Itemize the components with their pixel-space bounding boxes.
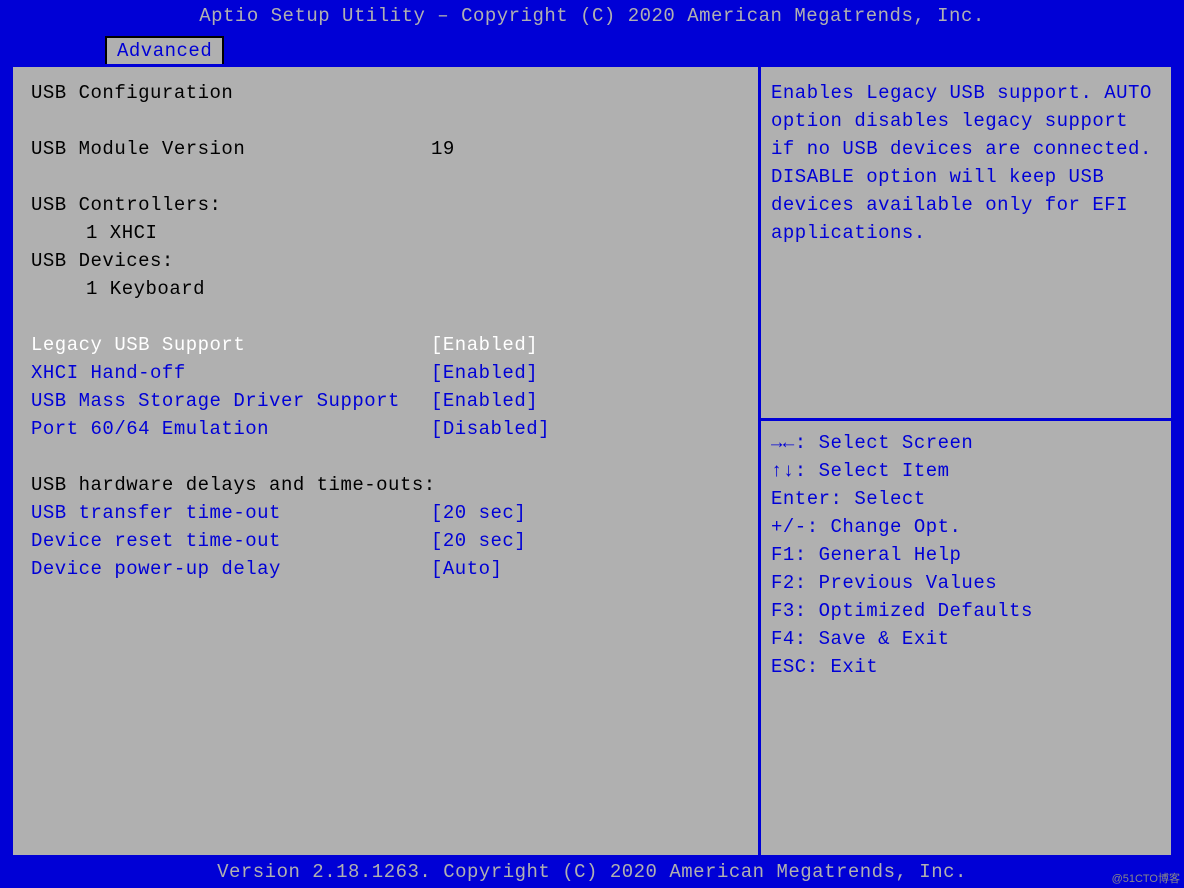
option-value: [Enabled]: [431, 331, 538, 359]
keyhelp-select-screen: →←: Select Screen: [771, 429, 1161, 457]
usb-module-version-label: USB Module Version: [31, 135, 431, 163]
option-value: [Enabled]: [431, 359, 538, 387]
option-label: Legacy USB Support: [31, 331, 431, 359]
keyhelp-select-item: ↑↓: Select Item: [771, 457, 1161, 485]
help-description: Enables Legacy USB support. AUTO option …: [771, 79, 1161, 414]
option-device-reset-timeout[interactable]: Device reset time-out [20 sec]: [31, 527, 748, 555]
help-panel: Enables Legacy USB support. AUTO option …: [758, 67, 1171, 855]
keyhelp-change-opt: +/-: Change Opt.: [771, 513, 1161, 541]
help-divider: [761, 418, 1171, 421]
keyhelp-f1: F1: General Help: [771, 541, 1161, 569]
tab-bar: Advanced: [0, 36, 1184, 64]
option-value: [Enabled]: [431, 387, 538, 415]
option-value: [Disabled]: [431, 415, 550, 443]
main-frame: USB Configuration USB Module Version 19 …: [10, 64, 1174, 858]
option-port-6064-emulation[interactable]: Port 60/64 Emulation [Disabled]: [31, 415, 748, 443]
option-usb-transfer-timeout[interactable]: USB transfer time-out [20 sec]: [31, 499, 748, 527]
keyhelp-enter: Enter: Select: [771, 485, 1161, 513]
delays-section-title: USB hardware delays and time-outs:: [31, 471, 431, 499]
settings-panel: USB Configuration USB Module Version 19 …: [13, 67, 758, 855]
usb-controllers-value: 1 XHCI: [31, 219, 486, 247]
option-label: Device power-up delay: [31, 555, 431, 583]
option-label: XHCI Hand-off: [31, 359, 431, 387]
header-title: Aptio Setup Utility – Copyright (C) 2020…: [0, 0, 1184, 36]
section-title: USB Configuration: [31, 79, 431, 107]
option-label: USB Mass Storage Driver Support: [31, 387, 431, 415]
option-label: Device reset time-out: [31, 527, 431, 555]
keyhelp-f3: F3: Optimized Defaults: [771, 597, 1161, 625]
option-value: [Auto]: [431, 555, 502, 583]
watermark: @51CTO博客: [1112, 870, 1180, 886]
option-label: Port 60/64 Emulation: [31, 415, 431, 443]
keyhelp-esc: ESC: Exit: [771, 653, 1161, 681]
option-xhci-handoff[interactable]: XHCI Hand-off [Enabled]: [31, 359, 748, 387]
keyhelp-f2: F2: Previous Values: [771, 569, 1161, 597]
footer-version: Version 2.18.1263. Copyright (C) 2020 Am…: [0, 858, 1184, 888]
option-label: USB transfer time-out: [31, 499, 431, 527]
option-value: [20 sec]: [431, 527, 526, 555]
bios-screen: Aptio Setup Utility – Copyright (C) 2020…: [0, 0, 1184, 888]
usb-devices-label: USB Devices:: [31, 247, 431, 275]
usb-module-version-value: 19: [431, 135, 455, 163]
option-value: [20 sec]: [431, 499, 526, 527]
option-usb-mass-storage[interactable]: USB Mass Storage Driver Support [Enabled…: [31, 387, 748, 415]
usb-controllers-label: USB Controllers:: [31, 191, 431, 219]
tab-advanced[interactable]: Advanced: [105, 36, 224, 64]
option-device-powerup-delay[interactable]: Device power-up delay [Auto]: [31, 555, 748, 583]
keyhelp-f4: F4: Save & Exit: [771, 625, 1161, 653]
option-legacy-usb-support[interactable]: Legacy USB Support [Enabled]: [31, 331, 748, 359]
usb-devices-value: 1 Keyboard: [31, 275, 486, 303]
